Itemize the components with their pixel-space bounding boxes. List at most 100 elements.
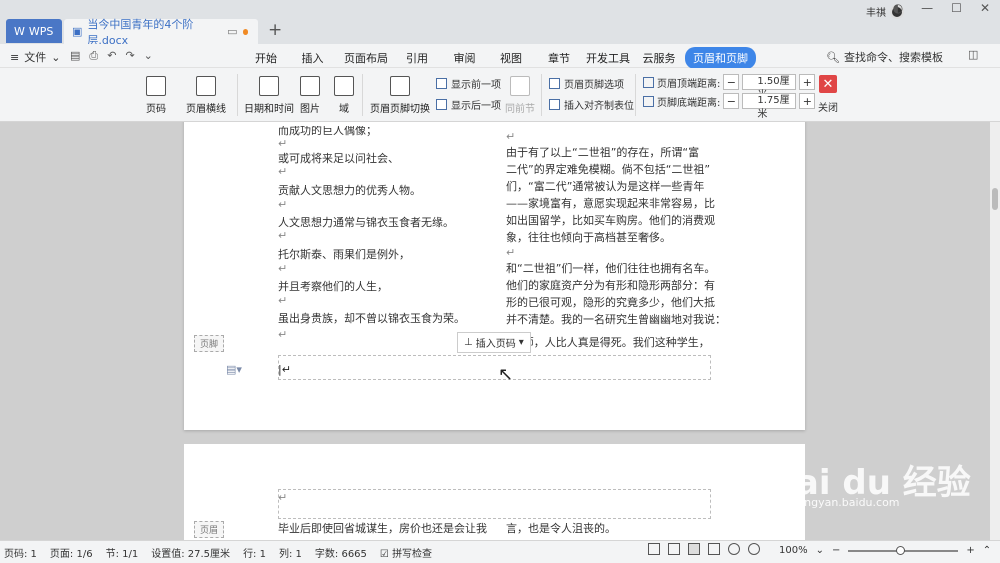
page-view-icon[interactable]	[688, 543, 700, 555]
spell-check[interactable]: ☑ 拼写检查	[380, 545, 432, 560]
tab-home[interactable]: 开始	[247, 47, 285, 69]
tab-section[interactable]: 章节	[535, 47, 583, 69]
close-window-icon[interactable]: ✕	[980, 1, 990, 15]
header-distance-icon	[643, 76, 654, 88]
datetime-button[interactable]: 日期和时间	[244, 76, 294, 115]
collapse-icon[interactable]: ⌃	[983, 545, 991, 556]
text-line: 毕业后即使回省城谋生，房价也还是会让我	[278, 522, 487, 535]
insert-page-number-button[interactable]: ⊥ 插入页码 ▾	[457, 332, 531, 353]
print-icon[interactable]: ⎙	[89, 49, 98, 63]
chevron-down-icon[interactable]: ⌄	[816, 545, 824, 556]
picture-button[interactable]: 图片	[300, 76, 320, 115]
header-dist-plus[interactable]: +	[799, 74, 816, 90]
window-controls: ◐ — ☐ ✕	[893, 1, 990, 15]
calendar-icon	[259, 76, 279, 96]
web-view-icon[interactable]	[728, 543, 740, 555]
switch-label: 页眉页脚切换	[370, 104, 430, 115]
redo-icon[interactable]: ↷	[125, 49, 134, 63]
footer-dist-plus[interactable]: +	[799, 93, 816, 109]
options-icon	[549, 78, 560, 89]
paragraph-mark: ↵	[278, 229, 288, 242]
page-number-button[interactable]: 页码	[146, 76, 166, 115]
hf-options-button[interactable]: 页眉页脚选项	[549, 76, 624, 91]
align-tab-label: 插入对齐制表位	[564, 101, 634, 112]
zoom-slider[interactable]	[848, 545, 959, 555]
ribbon-tabs: 开始 插入 页面布局 引用 审阅 视图 章节 开发工具 云服务 页眉和页脚	[247, 47, 756, 69]
outline-view-icon[interactable]	[708, 543, 720, 555]
footer-dist-minus[interactable]: −	[723, 93, 740, 109]
text-line: 由于有了以上“二世祖”的存在，所谓“富	[506, 146, 700, 159]
zoom-in-icon[interactable]: +	[966, 545, 974, 556]
same-as-prev-button[interactable]: 同前节	[505, 76, 535, 115]
tab-developer[interactable]: 开发工具	[583, 47, 633, 69]
reading-view-icon[interactable]	[668, 543, 680, 555]
status-setting: 设置值: 27.5厘米	[151, 548, 231, 560]
maximize-icon[interactable]: ☐	[951, 1, 962, 15]
header-dist-input[interactable]: 1.50厘米	[742, 74, 797, 101]
save-icon[interactable]: ▤	[70, 49, 80, 63]
footer-dist-input[interactable]: 1.75厘米	[742, 93, 797, 120]
header-area[interactable]	[278, 489, 711, 519]
text-line: 和“二世祖”们一样，他们往往也拥有名车。	[506, 262, 716, 275]
zoom-out-icon[interactable]: −	[832, 545, 840, 556]
scroll-thumb[interactable]	[992, 188, 998, 210]
tab-cloud[interactable]: 云服务	[633, 47, 685, 69]
document-area[interactable]: 而成功的巨人偶像； ↵ 或可成将来足以问社会、 ↵ 贡献人文思想力的优秀人物。 …	[0, 122, 990, 540]
page-2: ↵ 页眉 毕业后即使回省城谋生，房价也还是会让我 言，也是令人沮丧的。	[184, 444, 805, 540]
more-icon[interactable]: ⌄	[144, 49, 153, 63]
header-dist-minus[interactable]: −	[723, 74, 740, 90]
minimize-icon[interactable]: —	[921, 1, 933, 15]
status-pages: 页面: 1/6	[49, 548, 93, 560]
search-icon: 🔍︎	[826, 50, 840, 64]
zoom-level[interactable]: 100%	[779, 545, 808, 556]
show-prev-button[interactable]: 显示前一项	[436, 76, 501, 91]
text-line: 或可成将来足以问社会、	[278, 152, 399, 165]
monitor-icon[interactable]: ▭	[227, 25, 237, 38]
close-icon: ✕	[819, 75, 837, 93]
tab-document[interactable]: ▣ 当今中国青年的4个阶层.docx ▭	[64, 18, 258, 47]
tab-review[interactable]: 审阅	[442, 47, 487, 69]
text-line: 人文思想力通常与锦衣玉食者无缘。	[278, 216, 454, 229]
header-line-button[interactable]: 页眉横线	[186, 76, 226, 115]
field-button[interactable]: 域	[334, 76, 354, 115]
footer-area[interactable]	[278, 355, 711, 380]
hamburger-icon: ≡	[10, 50, 20, 64]
text-line: 贡献人文思想力的优秀人物。	[278, 184, 421, 197]
header-footer-switch-button[interactable]: 页眉页脚切换	[370, 76, 430, 115]
skin-icon[interactable]: ◐	[893, 1, 903, 15]
header-distance-label: 页眉顶端距离:	[657, 78, 721, 90]
zoom-knob[interactable]	[896, 545, 906, 555]
undo-icon[interactable]: ↶	[107, 49, 116, 63]
panel-icon[interactable]: ◫	[968, 48, 978, 61]
tab-reference[interactable]: 引用	[392, 47, 442, 69]
watermark-url: jingyan.baidu.com	[798, 496, 900, 509]
page-settings-icon[interactable]: ▤▾	[226, 363, 242, 376]
vertical-scrollbar[interactable]	[990, 122, 1000, 540]
text-line: 托尔斯泰、雨果们是例外，	[278, 248, 410, 261]
tab-layout[interactable]: 页面布局	[340, 47, 392, 69]
tab-bar: W WPS ▣ 当今中国青年的4个阶层.docx ▭ + 丰祺 ◐ — ☐ ✕	[0, 0, 1000, 47]
header-label: 页眉	[194, 521, 225, 538]
search-command[interactable]: 🔍︎ 查找命令、搜索模板	[826, 49, 943, 65]
fullscreen-icon[interactable]	[648, 543, 660, 555]
text-line: 并不清楚。我的一名研究生曾幽幽地对我说：	[506, 313, 726, 326]
status-words[interactable]: 字数: 6665	[315, 545, 367, 560]
zoom-control: 100% ⌄ − + ⌃	[779, 545, 991, 556]
file-menu[interactable]: ≡ 文件 ⌄	[10, 49, 60, 65]
footer-distance-icon	[643, 95, 654, 107]
tab-insert[interactable]: 插入	[285, 47, 340, 69]
paragraph-mark: ↵	[278, 294, 288, 307]
footer-distance-label: 页脚底端距离:	[657, 97, 721, 109]
new-tab-icon[interactable]: +	[268, 20, 282, 40]
close-header-footer-button[interactable]: ✕ 关闭	[818, 75, 838, 114]
user-name: 丰祺	[866, 8, 886, 19]
insert-align-tab-button[interactable]: 插入对齐制表位	[549, 97, 634, 112]
search-label: 查找命令、搜索模板	[843, 51, 943, 64]
align-tab-icon	[549, 99, 560, 110]
show-next-button[interactable]: 显示后一项	[436, 97, 501, 112]
footer-distance: 页脚底端距离: −1.75厘米 +	[643, 93, 816, 120]
tab-wps[interactable]: W WPS	[6, 19, 62, 43]
tab-header-footer[interactable]: 页眉和页脚	[685, 47, 756, 69]
tab-view[interactable]: 视图	[487, 47, 535, 69]
eye-protect-icon[interactable]	[748, 543, 760, 555]
